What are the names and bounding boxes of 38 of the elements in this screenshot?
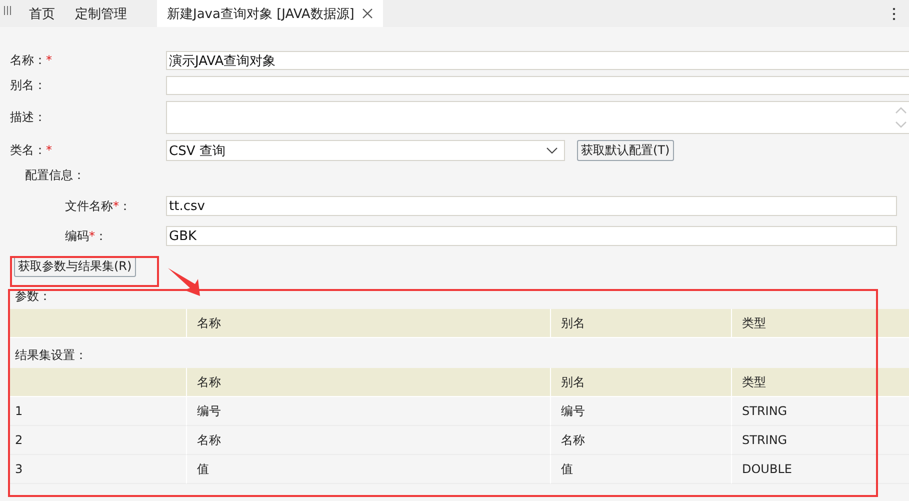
input-field[interactable]: GBK [166,226,897,246]
table-cell: 名称 [186,426,550,455]
column-header: 类型 [731,368,909,397]
column-header: 类型 [731,309,909,338]
table-cell: 编号 [550,397,731,426]
field-label: 别名： [10,77,47,94]
column-header: 别名 [550,309,731,338]
field-label: 类名：* [10,142,53,159]
table-cell: DOUBLE [731,455,909,484]
field-label: 文件名称*： [64,198,132,214]
input-field[interactable]: 演示JAVA查询对象 [166,51,909,70]
tab[interactable]: 定制管理 [65,0,137,27]
tab[interactable]: 首页 [19,0,65,27]
close-icon[interactable] [362,8,374,19]
input-field[interactable] [166,76,909,95]
table-cell: 值 [550,455,731,484]
column-header: 名称 [186,309,550,338]
column-header: 别名 [550,368,731,397]
grip-icon[interactable] [4,6,11,15]
table-cell: 名称 [550,426,731,455]
table-cell: STRING [731,397,909,426]
field-label: 编码*： [64,228,108,244]
dropdown[interactable]: CSV 查询 [166,140,565,161]
column-header: 名称 [186,368,550,397]
table-cell: 编号 [186,397,550,426]
table-cell: 值 [186,455,550,484]
section-title: 配置信息： [25,167,86,184]
field-label: 名称：* [10,52,53,69]
default-config-button[interactable]: 获取默认配置(T) [577,140,674,161]
table-cell: STRING [731,426,909,455]
fetch-button[interactable]: 获取参数与结果集(R) [14,256,136,277]
chevron-down-icon [546,147,558,154]
field-label: 描述： [10,109,47,126]
input-field[interactable]: tt.csv [166,196,897,216]
arrow-icon [166,266,202,298]
tab[interactable]: 新建Java查询对象 [JAVA数据源] [157,0,384,27]
section-title: 结果集设置： [14,346,88,364]
section-title: 参数： [14,288,52,304]
